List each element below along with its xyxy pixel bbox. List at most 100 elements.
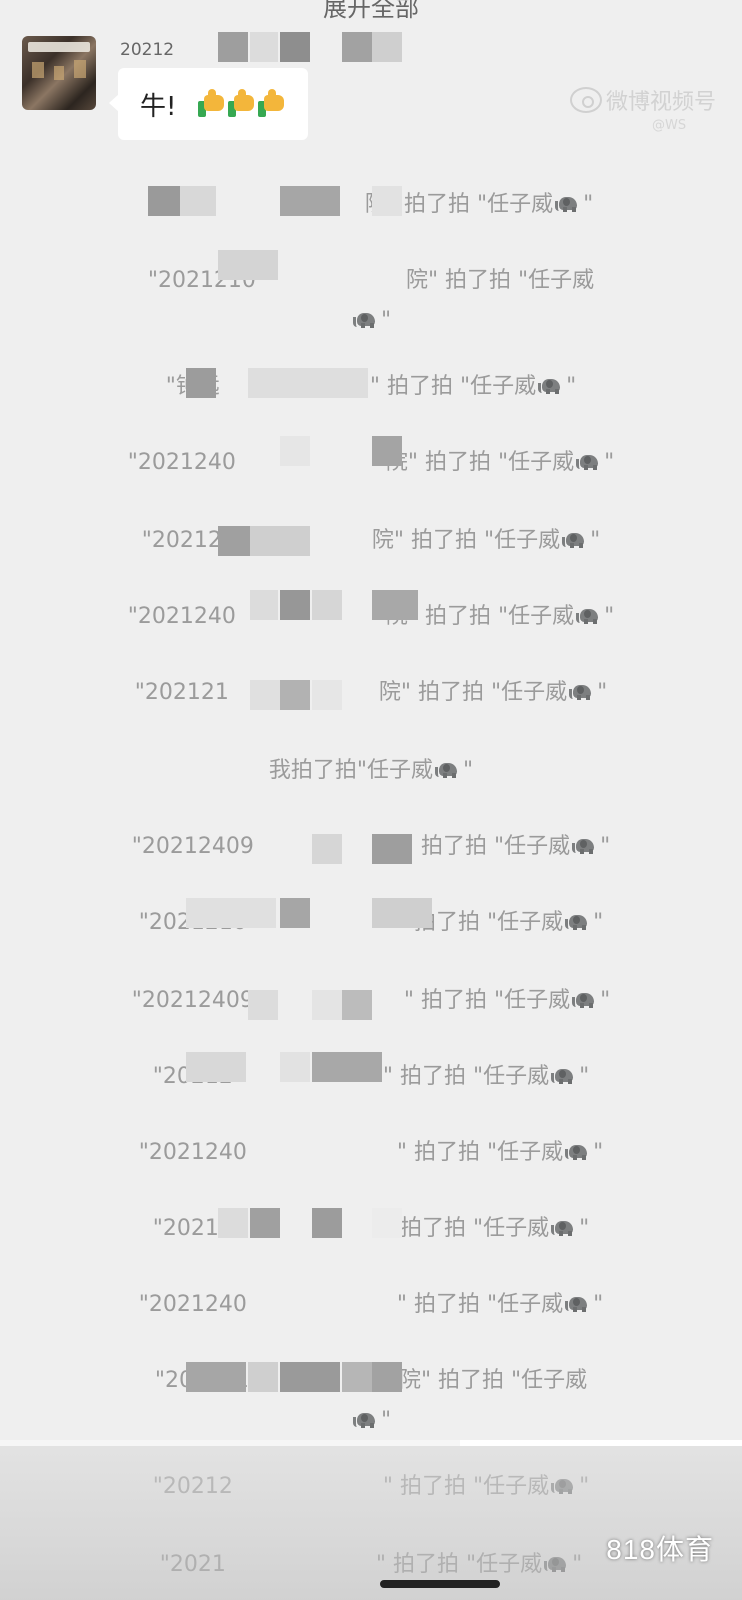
censor-mosaic [312, 990, 342, 1020]
censor-mosaic [280, 1052, 310, 1082]
censor-mosaic [218, 526, 250, 556]
expand-all-link[interactable]: 展开全部 [0, 0, 742, 23]
censor-mosaic [372, 186, 402, 216]
censor-mosaic [372, 898, 432, 928]
censor-mosaic [372, 1362, 402, 1392]
message-text: 牛! [140, 91, 177, 122]
censor-mosaic [312, 834, 342, 864]
pat-notification: "2021240 " 拍了拍 "任子威 " [0, 1286, 742, 1318]
censor-mosaic [280, 32, 310, 62]
censor-mosaic [280, 680, 310, 710]
pat-action: " 拍了拍 "任子威 [382, 1216, 550, 1241]
pat-sender: "2021240 [127, 450, 236, 475]
censor-mosaic [250, 526, 310, 556]
pat-action: " 拍了拍 "任子威 [403, 988, 571, 1013]
pat-notification: "2021240 院" 拍了拍 "任子威 " [0, 444, 742, 476]
pat-action: " 拍了拍 "任子威 [396, 1140, 564, 1165]
pat-quote-end: " [593, 1292, 604, 1317]
elephant-emoji-icon [538, 377, 564, 395]
censor-mosaic [372, 834, 412, 864]
censor-mosaic [280, 898, 310, 928]
pat-notification: "2021210" 拍了拍 "任子威" [0, 904, 742, 936]
pat-quote-end: " [566, 374, 577, 399]
censor-mosaic [342, 32, 372, 62]
censor-mosaic [250, 32, 278, 62]
thumbs-up-icon [228, 89, 256, 119]
pat-quote-end: " [604, 604, 615, 629]
censor-mosaic [280, 186, 340, 216]
censor-mosaic [218, 32, 248, 62]
weibo-logo-icon [570, 87, 602, 113]
pat-sender: 我拍了拍 [268, 758, 357, 783]
pat-quote-end: " [579, 1064, 590, 1089]
pat-quote-end: " [593, 1140, 604, 1165]
pat-action: 院" 拍了拍 "任子威 [385, 450, 575, 475]
avatar[interactable] [22, 36, 96, 110]
censor-mosaic [280, 590, 310, 620]
pat-quote-end: " [600, 834, 611, 859]
pat-quote-end: " [604, 450, 615, 475]
censor-mosaic [280, 436, 310, 466]
censor-mosaic [372, 1208, 402, 1238]
watermark-handle: @WS [652, 118, 687, 133]
pat-action: 院" 拍了拍 "任子威 [371, 528, 561, 553]
censor-mosaic [372, 32, 402, 62]
pat-quote-end: " [579, 1216, 590, 1241]
censor-mosaic [248, 368, 368, 398]
elephant-emoji-icon [555, 195, 581, 213]
elephant-emoji-icon [565, 913, 591, 931]
pat-notification: "2021240 " 拍了拍 "任子威 " [0, 1134, 742, 1166]
message-bubble[interactable]: 牛! [108, 68, 309, 140]
pat-sender: "202121 [134, 680, 229, 705]
censor-mosaic [372, 436, 402, 466]
elephant-emoji-icon [565, 1143, 591, 1161]
pat-notification: "2021240 院" 拍了拍 "任子威 " [0, 598, 742, 630]
weibo-watermark: 微博视频号 [570, 84, 716, 116]
pat-quote-end: " [463, 758, 474, 783]
censor-mosaic [342, 990, 372, 1020]
elephant-emoji-icon [576, 453, 602, 471]
pat-sender: "20212409 [131, 988, 254, 1013]
thumbs-up-icon [198, 89, 226, 119]
censor-mosaic [250, 680, 280, 710]
pat-action: 院" 拍了拍 "任子威 [378, 680, 568, 705]
pat-action: " 拍了拍 "任子威 [382, 1064, 550, 1089]
censor-mosaic [186, 898, 276, 928]
chat-screen: 展开全部 20212 牛! 微博视频号 @WS "2021院" 拍了拍 "任子威… [0, 0, 742, 1600]
censor-mosaic [248, 1362, 278, 1392]
elephant-emoji-icon [352, 1411, 379, 1429]
elephant-emoji-icon [352, 311, 379, 329]
pat-notification: "202121 院" 拍了拍 "任子威 " [0, 674, 742, 706]
pat-quote-end: " [600, 988, 611, 1013]
bottom-shade [0, 1446, 742, 1600]
censor-mosaic [312, 1208, 342, 1238]
home-indicator[interactable] [380, 1580, 500, 1588]
pat-quote-end: " [583, 192, 594, 217]
elephant-emoji-icon [435, 761, 461, 779]
elephant-emoji-icon [565, 1295, 591, 1313]
censor-mosaic [180, 186, 216, 216]
pat-quote-end: " [590, 528, 601, 553]
censor-mosaic [312, 680, 342, 710]
site-watermark: 818体育 [606, 1534, 714, 1565]
censor-mosaic [250, 590, 278, 620]
pat-sender: "2021240 [127, 604, 236, 629]
pat-action: "任子威 [356, 758, 433, 783]
pat-action: 院" 拍了拍 "任子威 [405, 268, 595, 293]
pat-quote-end: " [597, 680, 608, 705]
censor-mosaic [186, 1362, 246, 1392]
pat-notification: "20212" 拍了拍 "任子威" [0, 1210, 742, 1242]
pat-quote-end: " [593, 910, 604, 935]
pat-notification: 我拍了拍"任子威 " [0, 752, 742, 784]
pat-quote-end: " [380, 308, 392, 333]
pat-notification: "20212 院" 拍了拍 "任子威 " [0, 522, 742, 554]
censor-mosaic [342, 1362, 372, 1392]
elephant-emoji-icon [569, 683, 595, 701]
censor-mosaic [186, 1052, 246, 1082]
sender-name: 20212 [120, 40, 175, 60]
censor-mosaic [248, 990, 278, 1020]
censor-mosaic [148, 186, 180, 216]
pat-sender: "20212409 [131, 834, 254, 859]
pat-sender: "2021240 [138, 1140, 247, 1165]
pat-action: " 拍了拍 "任子威 [403, 834, 571, 859]
